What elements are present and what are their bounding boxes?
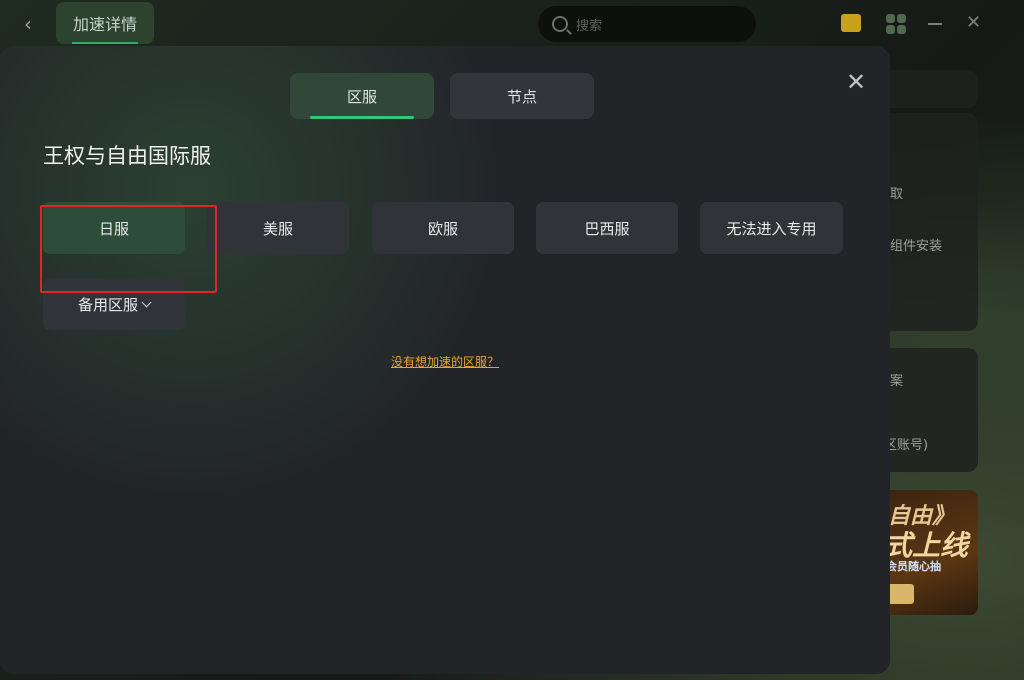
game-title: 王权与自由国际服 xyxy=(43,144,211,168)
apps-grid-icon[interactable] xyxy=(886,14,906,34)
side-card-top xyxy=(880,70,978,108)
side-card-info: 取 组件安装 xyxy=(880,113,978,331)
search-placeholder: 搜索 xyxy=(576,18,603,34)
side-text-4: 区账号) xyxy=(884,438,929,453)
close-icon[interactable]: ✕ xyxy=(846,70,866,94)
chevron-down-icon xyxy=(141,297,152,307)
side-text-2: 组件安装 xyxy=(890,239,943,254)
region-select-modal: ✕ 区服 节点 王权与自由国际服 日服 美服 欧服 巴西服 无法进入专用 备用区… xyxy=(0,46,890,674)
side-text-3: 案 xyxy=(890,374,904,389)
search-icon xyxy=(552,16,568,32)
highlight-box xyxy=(40,205,217,293)
region-button-br[interactable]: 巴西服 xyxy=(536,202,678,254)
search-input[interactable]: 搜索 xyxy=(538,6,756,42)
tab-region[interactable]: 区服 xyxy=(290,73,434,119)
window-close-icon[interactable]: ✕ xyxy=(966,12,981,33)
top-bar: ‹ 加速详情 搜索 ✕ xyxy=(0,0,1024,48)
backup-region-label: 备用区服 xyxy=(77,295,138,314)
region-button-fallback[interactable]: 无法进入专用 xyxy=(700,202,843,254)
region-button-eu[interactable]: 欧服 xyxy=(372,202,514,254)
banner-button[interactable] xyxy=(888,584,914,604)
tab-acceleration-details[interactable]: 加速详情 xyxy=(56,2,154,44)
minimize-icon[interactable] xyxy=(928,23,942,25)
banner-line3: 会员随心抽 xyxy=(886,560,941,573)
gift-icon[interactable] xyxy=(841,14,861,32)
side-card-notes: 案 区账号) xyxy=(880,348,978,472)
missing-region-link[interactable]: 没有想加速的区服？ xyxy=(0,353,890,370)
region-button-us[interactable]: 美服 xyxy=(207,202,349,254)
back-icon[interactable]: ‹ xyxy=(24,12,32,36)
side-text-1: 取 xyxy=(890,187,904,202)
tab-node[interactable]: 节点 xyxy=(450,73,594,119)
